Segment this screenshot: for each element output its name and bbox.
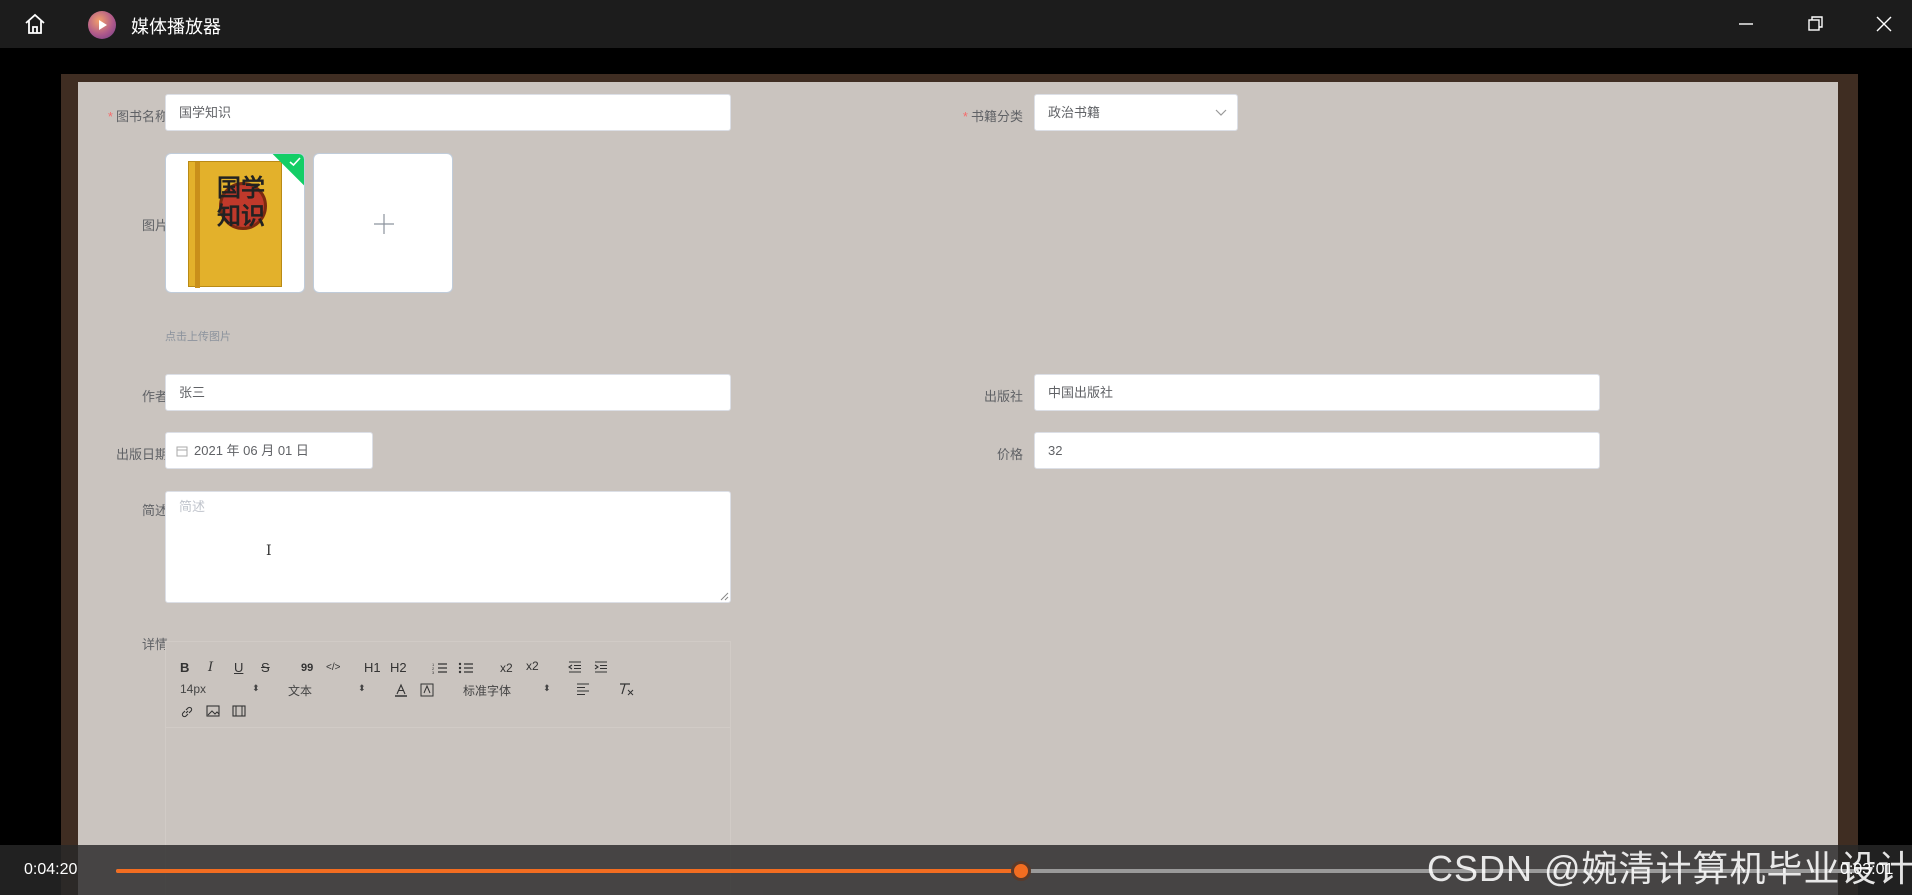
seek-progress <box>116 869 1021 873</box>
category-select[interactable]: 政治书籍 <box>1034 94 1238 131</box>
ordered-list-icon[interactable]: 123 <box>432 661 448 675</box>
upload-add-button[interactable] <box>313 153 453 293</box>
background-color-icon[interactable] <box>420 683 434 697</box>
indent-icon[interactable] <box>594 661 608 673</box>
calendar-icon <box>176 446 188 457</box>
editor-toolbar: B I U S 99 </> H1 H2 123 x2 x2 14px ⬍ 文本 ⬍… <box>166 642 730 728</box>
resize-handle-icon[interactable] <box>720 592 729 601</box>
cover-title: 国学知识 <box>217 173 265 230</box>
book-name-input[interactable]: 国学知识 <box>165 94 731 131</box>
publisher-label: 出版社 <box>983 389 1023 404</box>
select-arrow-icon: ⬍ <box>252 683 260 693</box>
text-type-select[interactable]: 文本 ⬍ <box>288 682 368 699</box>
clear-format-icon[interactable] <box>618 682 634 696</box>
underline-button[interactable]: U <box>234 660 243 676</box>
video-content: * 图书名称 国学知识 * 书籍分类 政治书籍 图片 国学知识 点击上传图片 作者 … <box>78 82 1838 895</box>
summary-textarea[interactable]: 简述 I <box>165 491 731 603</box>
font-size-select[interactable]: 14px ⬍ <box>180 682 260 696</box>
font-size-value: 14px <box>180 682 207 696</box>
strike-button[interactable]: S <box>261 660 270 676</box>
text-type-value: 文本 <box>288 684 313 698</box>
summary-placeholder: 简述 <box>179 499 206 514</box>
select-arrow-icon: ⬍ <box>543 683 551 693</box>
publisher-input[interactable]: 中国出版社 <box>1034 374 1600 411</box>
seek-thumb[interactable] <box>1010 861 1031 881</box>
pub-date-picker[interactable]: 2021 年 06 月 01 日 <box>165 432 373 469</box>
pub-date-value: 2021 年 06 月 01 日 <box>194 443 309 458</box>
italic-button[interactable]: I <box>208 660 213 676</box>
link-icon[interactable] <box>180 705 194 719</box>
summary-label: 简述 <box>141 503 168 518</box>
watermark: CSDN @婉清计算机毕业设计 <box>1427 848 1912 889</box>
image-label: 图片 <box>141 218 168 233</box>
check-icon <box>289 157 301 167</box>
uploaded-image[interactable]: 国学知识 <box>165 153 305 293</box>
home-icon[interactable] <box>22 11 48 37</box>
close-icon[interactable] <box>1872 12 1896 36</box>
h1-button[interactable]: H1 <box>364 660 381 676</box>
price-input[interactable]: 32 <box>1034 432 1600 469</box>
minimize-icon[interactable] <box>1734 12 1758 36</box>
current-time: 0:04:20 <box>24 861 78 878</box>
font-family-value: 标准字体 <box>463 684 512 698</box>
pub-date-label: 出版日期 <box>115 447 168 462</box>
select-arrow-icon: ⬍ <box>358 683 366 693</box>
chevron-down-icon <box>1215 109 1227 116</box>
window-title: 媒体播放器 <box>131 17 221 37</box>
restore-icon[interactable] <box>1803 12 1827 36</box>
details-label: 详情 <box>141 637 168 652</box>
code-button[interactable]: </> <box>326 660 340 676</box>
blockquote-button[interactable]: 99 <box>301 660 313 676</box>
book-cover-image: 国学知识 <box>188 161 282 288</box>
plus-icon <box>374 214 394 234</box>
svg-text:3: 3 <box>432 670 435 675</box>
upload-tip: 点击上传图片 <box>165 331 231 343</box>
bullet-list-icon[interactable] <box>458 661 474 675</box>
h2-button[interactable]: H2 <box>390 660 407 676</box>
author-input[interactable]: 张三 <box>165 374 731 411</box>
category-label: * 书籍分类 <box>962 109 1023 124</box>
font-color-icon[interactable] <box>394 683 408 697</box>
font-family-select[interactable]: 标准字体 ⬍ <box>463 682 563 699</box>
bold-button[interactable]: B <box>180 660 189 676</box>
title-bar: 媒体播放器 <box>0 0 1912 48</box>
text-cursor-icon: I <box>266 543 272 559</box>
subscript-button[interactable]: x2 <box>500 660 513 676</box>
media-player-icon <box>88 11 116 39</box>
image-icon[interactable] <box>206 705 220 717</box>
video-icon[interactable] <box>232 705 246 717</box>
price-label: 价格 <box>996 447 1023 462</box>
author-label: 作者 <box>141 389 168 404</box>
superscript-button[interactable]: x2 <box>526 658 539 674</box>
outdent-icon[interactable] <box>568 661 582 673</box>
book-name-label: * 图书名称 <box>107 109 168 124</box>
category-value: 政治书籍 <box>1048 105 1101 120</box>
align-icon[interactable] <box>576 683 590 695</box>
